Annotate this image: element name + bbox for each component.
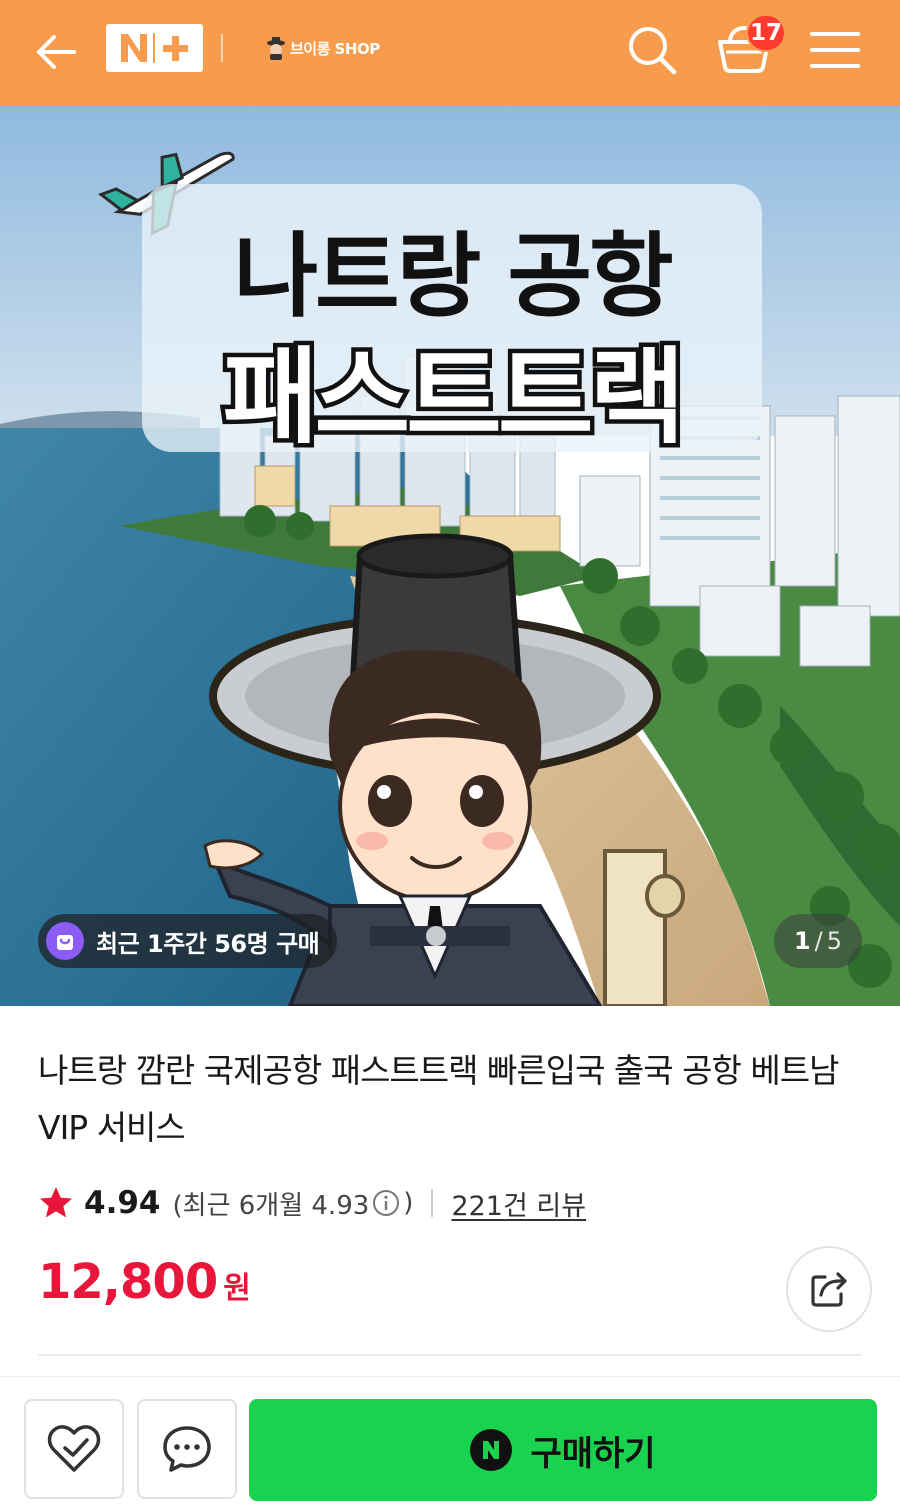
rating-divider (431, 1189, 434, 1217)
shop-logo[interactable]: 브이롱 SHOP (266, 33, 380, 63)
shop-mascot-icon (267, 37, 285, 60)
recent-rating: (최근 6개월 4.93 ) (173, 1185, 414, 1222)
wishlist-button[interactable] (24, 1399, 124, 1499)
section-divider (38, 1354, 862, 1356)
page-current: 1 (793, 927, 811, 955)
search-icon (629, 27, 677, 75)
shop-name: 브이롱 SHOP (290, 39, 380, 58)
arrow-left-icon (37, 35, 76, 69)
price-row: 12,800 원 (38, 1254, 251, 1314)
hero-title-line2: 패스트트랙 (218, 332, 689, 463)
info-icon[interactable] (372, 1189, 400, 1217)
page-total: 5 (826, 927, 843, 955)
nplus-icon (120, 33, 188, 63)
recent-rating-close: ) (403, 1188, 414, 1218)
naver-plus-logo[interactable] (106, 24, 203, 72)
buy-button[interactable]: 구매하기 (249, 1399, 877, 1501)
search-button[interactable] (624, 22, 680, 78)
share-icon (811, 1272, 847, 1307)
bottom-action-bar: 구매하기 (0, 1376, 900, 1509)
price-value: 12,800 (38, 1254, 218, 1310)
review-count-link[interactable]: 221건 리뷰 (451, 1184, 586, 1223)
star-icon (40, 1187, 72, 1218)
naver-n-icon (470, 1429, 513, 1471)
price-unit: 원 (223, 1271, 251, 1306)
back-button[interactable] (30, 26, 82, 78)
heart-icon (47, 1425, 101, 1472)
top-header: 브이롱 SHOP 17 (0, 0, 900, 106)
hamburger-menu-icon (810, 32, 860, 68)
menu-button[interactable] (808, 26, 862, 74)
share-button[interactable] (786, 1246, 872, 1332)
header-divider (221, 34, 223, 62)
recent-purchase-badge: 최근 1주간 56명 구매 (38, 914, 338, 968)
cart-count-badge: 17 (746, 14, 786, 52)
recent-purchase-text: 최근 1주간 56명 구매 (96, 929, 320, 958)
chat-button[interactable] (137, 1399, 237, 1499)
product-image-carousel[interactable]: 나트랑 공항 패스트트랙 최근 1주간 56명 구매 1 / 5 (0, 106, 900, 1006)
page-separator: / (814, 927, 823, 955)
carousel-page-indicator: 1 / 5 (774, 914, 862, 968)
buy-button-label: 구매하기 (530, 1433, 656, 1474)
recent-rating-text: (최근 6개월 4.93 (172, 1190, 370, 1221)
chat-bubble-icon (163, 1426, 211, 1472)
rating-row: 4.94 (최근 6개월 4.93 ) 221건 리뷰 (38, 1180, 586, 1226)
shopping-bag-icon (46, 922, 84, 960)
rating-value: 4.94 (84, 1185, 161, 1221)
product-title: 나트랑 깜란 국제공항 패스트트랙 빠른입국 출국 공항 베트남 VIP 서비스 (38, 1051, 839, 1147)
